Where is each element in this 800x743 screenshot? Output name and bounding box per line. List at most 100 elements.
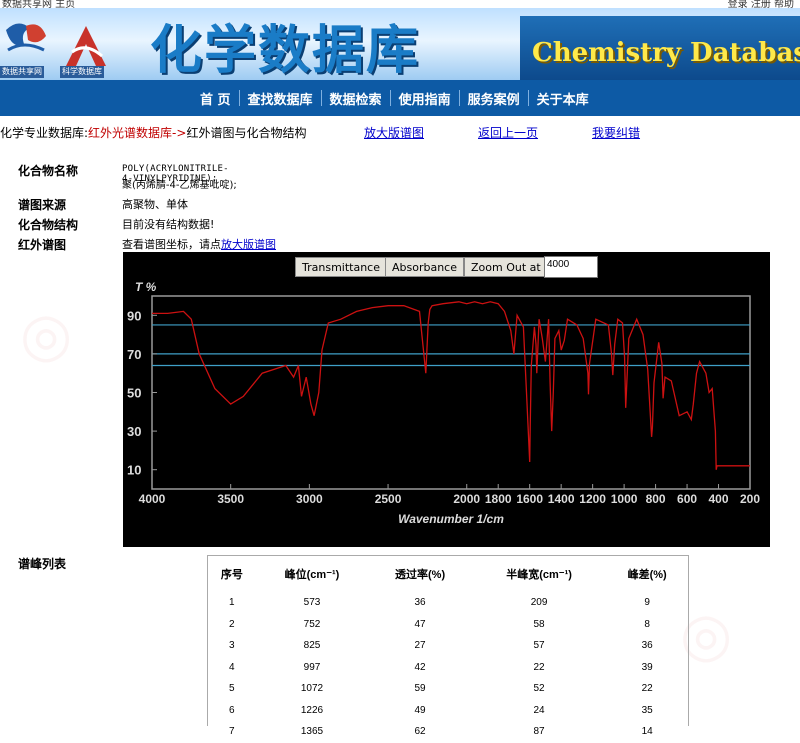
table-cell: 47	[414, 618, 426, 630]
y-tick-label: 90	[127, 308, 141, 323]
table-cell: 209	[530, 597, 548, 609]
ir-spectrum-label: 红外谱图	[18, 238, 67, 252]
x-tick-label: 1000	[611, 492, 638, 506]
table-row: 6 1226 49 24 35	[208, 700, 688, 722]
table-cell: 1072	[300, 683, 324, 695]
table-cell: 997	[303, 661, 321, 673]
breadcrumb-ir-db-link[interactable]: 红外光谱数据库->	[88, 126, 186, 140]
peaks-header-3: 半峰宽(cm⁻¹)	[506, 569, 572, 581]
back-link[interactable]: 返回上一页	[478, 124, 538, 141]
x-tick-label: 200	[740, 492, 760, 506]
nav-item-5[interactable]: 关于本库	[529, 89, 597, 108]
breadcrumb: 化学专业数据库:红外光谱数据库->红外谱图与化合物结构 放大版谱图 返回上一页 …	[0, 124, 800, 142]
table-cell: 7	[229, 726, 235, 738]
table-cell: 825	[303, 640, 321, 652]
peaks-list-label: 谱峰列表	[18, 557, 67, 571]
report-error-link[interactable]: 我要纠错	[592, 124, 640, 141]
breadcrumb-current: 红外谱图与化合物结构	[186, 126, 307, 140]
spectrum-plot: 10 30 50 70 90 4000 3500 3000 2500 2000 1800 1600 14…	[127, 280, 760, 526]
watermark: ◎	[20, 300, 73, 370]
table-row: 3 825 27 57 36	[208, 635, 688, 657]
source-label: 谱图来源	[18, 198, 67, 212]
nav-item-1[interactable]: 查找数据库	[240, 89, 321, 108]
ir-spectrum-chart: Transmittance Absorbance Zoom Out at 400…	[123, 252, 770, 547]
x-tick-label: 1600	[516, 492, 543, 506]
table-cell: 1365	[300, 726, 324, 738]
enlarged-spectrum-link[interactable]: 放大版谱图	[364, 124, 424, 141]
table-row: 1 573 36 209 9	[208, 592, 688, 614]
banner: 数据共享网 科学数据库 化学数据库 Chemistry Database	[0, 8, 800, 80]
structure-value: 目前没有结构数据!	[122, 218, 215, 231]
table-cell: 42	[414, 661, 426, 673]
ir-hint: 查看谱图坐标，请点	[122, 238, 221, 251]
nav-item-0[interactable]: 首 页	[192, 89, 239, 108]
x-tick-label: 3000	[296, 492, 323, 506]
x-tick-label: 800	[646, 492, 666, 506]
table-cell: 14	[641, 726, 653, 738]
nav-item-3[interactable]: 使用指南	[391, 89, 459, 108]
table-cell: 58	[533, 618, 545, 630]
x-tick-label: 2000	[453, 492, 480, 506]
peaks-header-0: 序号	[220, 569, 243, 581]
banner-english-title: Chemistry Database	[532, 38, 800, 68]
banner-title: 化学数据库	[150, 20, 421, 80]
table-cell: 35	[641, 704, 653, 716]
table-cell: 6	[229, 704, 235, 716]
peaks-table: 序号 峰位(cm⁻¹) 透过率(%) 半峰宽(cm⁻¹) 峰差(%) 1 573 36 209…	[207, 555, 689, 737]
x-tick-label: 1800	[485, 492, 512, 506]
source-value: 高聚物、单体	[122, 198, 188, 211]
table-cell: 87	[533, 726, 545, 738]
compound-name-cn: 聚(丙烯腈-4-乙烯基吡啶);	[122, 180, 237, 191]
table-cell: 36	[641, 640, 653, 652]
top-right-text[interactable]: 登录 注册 帮助	[728, 0, 794, 8]
table-cell: 27	[414, 640, 426, 652]
x-tick-label: 4000	[139, 492, 166, 506]
y-tick-label: 70	[127, 347, 141, 362]
x-tick-label: 400	[709, 492, 729, 506]
top-strip: 数据共享网 主页 登录 注册 帮助	[0, 0, 800, 8]
x-axis-label: Wavenumber 1/cm	[398, 512, 504, 526]
data-sharing-logo-icon	[6, 23, 46, 52]
table-row: 2 752 47 58 8	[208, 614, 688, 636]
logo1-caption: 数据共享网	[0, 66, 44, 78]
table-cell: 39	[641, 661, 653, 673]
table-cell: 8	[644, 618, 650, 630]
table-cell: 573	[303, 597, 321, 609]
table-cell: 752	[303, 618, 321, 630]
table-cell: 2	[229, 618, 235, 630]
banner-english-panel: Chemistry Database	[520, 16, 800, 80]
table-cell: 62	[414, 726, 426, 738]
table-cell: 9	[644, 597, 650, 609]
table-row: 7 1365 62 87 14	[208, 721, 688, 743]
table-cell: 1	[229, 597, 235, 609]
y-tick-label: 10	[127, 463, 141, 478]
table-cell: 59	[414, 683, 426, 695]
table-cell: 36	[414, 597, 426, 609]
y-axis-label: T %	[135, 280, 157, 294]
y-tick-label: 30	[127, 424, 141, 439]
table-cell: 1226	[300, 704, 324, 716]
nav-item-4[interactable]: 服务案例	[460, 89, 528, 108]
breadcrumb-prefix: 化学专业数据库:	[0, 126, 89, 140]
table-row: 5 1072 59 52 22	[208, 678, 688, 700]
table-row: 4 997 42 22 39	[208, 657, 688, 679]
peaks-header-2: 透过率(%)	[395, 569, 446, 581]
nav-item-2[interactable]: 数据检索	[322, 89, 390, 108]
main-nav: 首 页查找数据库 数据检索 使用指南 服务案例 关于本库	[0, 80, 800, 116]
x-tick-label: 600	[677, 492, 697, 506]
x-tick-label: 1400	[548, 492, 575, 506]
ir-enlarged-link[interactable]: 放大版谱图	[221, 238, 276, 251]
structure-label: 化合物结构	[18, 218, 79, 232]
table-cell: 4	[229, 661, 235, 673]
logo2-caption: 科学数据库	[60, 66, 104, 78]
peaks-header-4: 峰差(%)	[627, 569, 667, 581]
peaks-header-1: 峰位(cm⁻¹)	[284, 569, 340, 581]
table-cell: 49	[414, 704, 426, 716]
spectrum-trace	[152, 301, 750, 470]
table-cell: 22	[533, 661, 545, 673]
y-tick-label: 50	[127, 386, 141, 401]
table-cell: 57	[533, 640, 545, 652]
table-cell: 52	[533, 683, 545, 695]
top-left-text[interactable]: 数据共享网 主页	[2, 0, 75, 8]
table-cell: 5	[229, 683, 235, 695]
